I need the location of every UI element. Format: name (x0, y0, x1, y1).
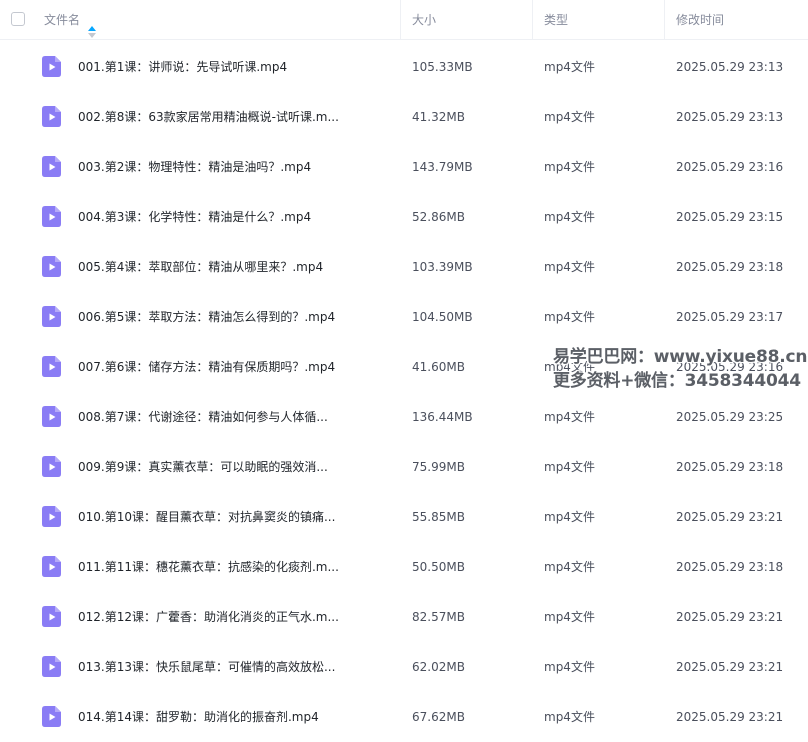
file-row[interactable]: 012.第12课：广藿香：助消化消炎的正气水.m... 82.57MB mp4文件 2… (0, 592, 808, 642)
file-modified-time: 2025.05.29 23:18 (676, 460, 784, 474)
file-modified-time: 2025.05.29 23:13 (676, 110, 784, 124)
file-size: 143.79MB (412, 160, 473, 174)
file-type: mp4文件 (544, 610, 595, 624)
file-size: 103.39MB (412, 260, 473, 274)
file-name[interactable]: 013.第13课：快乐鼠尾草：可催情的高效放松... (78, 642, 335, 692)
file-row[interactable]: 010.第10课：醒目薰衣草：对抗鼻窦炎的镇痛... 55.85MB mp4文件 20… (0, 492, 808, 542)
file-row[interactable]: 005.第4课：萃取部位：精油从哪里来？.mp4 103.39MB mp4文件 202… (0, 242, 808, 292)
file-name[interactable]: 008.第7课：代谢途径：精油如何参与人体循... (78, 392, 328, 442)
file-type: mp4文件 (544, 60, 595, 74)
file-modified-time: 2025.05.29 23:18 (676, 560, 784, 574)
video-file-icon (42, 206, 62, 227)
file-row[interactable]: 008.第7课：代谢途径：精油如何参与人体循... 136.44MB mp4文件 20… (0, 392, 808, 442)
file-type: mp4文件 (544, 160, 595, 174)
file-size: 41.32MB (412, 110, 465, 124)
file-name[interactable]: 011.第11课：穗花薰衣草：抗感染的化痰剂.m... (78, 542, 339, 592)
file-modified-time: 2025.05.29 23:17 (676, 310, 784, 324)
file-type: mp4文件 (544, 310, 595, 324)
file-name[interactable]: 014.第14课：甜罗勒：助消化的振奋剂.mp4 (78, 692, 319, 742)
file-size: 62.02MB (412, 660, 465, 674)
file-row[interactable]: 014.第14课：甜罗勒：助消化的振奋剂.mp4 67.62MB mp4文件 2025… (0, 692, 808, 742)
video-file-icon (42, 606, 62, 627)
file-modified-time: 2025.05.29 23:21 (676, 660, 784, 674)
file-row[interactable]: 009.第9课：真实薰衣草：可以助眠的强效消... 75.99MB mp4文件 202… (0, 442, 808, 492)
file-name[interactable]: 010.第10课：醒目薰衣草：对抗鼻窦炎的镇痛... (78, 492, 335, 542)
file-size: 50.50MB (412, 560, 465, 574)
file-name[interactable]: 004.第3课：化学特性：精油是什么？.mp4 (78, 192, 311, 242)
file-size: 41.60MB (412, 360, 465, 374)
file-size: 67.62MB (412, 710, 465, 724)
video-file-icon (42, 56, 62, 77)
column-divider (664, 0, 665, 40)
file-modified-time: 2025.05.29 23:18 (676, 260, 784, 274)
file-size: 104.50MB (412, 310, 473, 324)
video-file-icon (42, 106, 62, 127)
file-list-header: 文件名 大小 类型 修改时间 (0, 0, 808, 40)
video-file-icon (42, 706, 62, 727)
file-modified-time: 2025.05.29 23:13 (676, 60, 784, 74)
file-name[interactable]: 009.第9课：真实薰衣草：可以助眠的强效消... (78, 442, 328, 492)
file-name[interactable]: 006.第5课：萃取方法：精油怎么得到的？.mp4 (78, 292, 335, 342)
file-modified-time: 2025.05.29 23:21 (676, 610, 784, 624)
video-file-icon (42, 656, 62, 677)
file-type: mp4文件 (544, 710, 595, 724)
file-type: mp4文件 (544, 410, 595, 424)
file-modified-time: 2025.05.29 23:15 (676, 210, 784, 224)
sort-arrows-icon[interactable] (88, 14, 97, 38)
column-divider (532, 0, 533, 40)
file-modified-time: 2025.05.29 23:25 (676, 410, 784, 424)
file-modified-time: 2025.05.29 23:16 (676, 160, 784, 174)
file-size: 55.85MB (412, 510, 465, 524)
file-size: 82.57MB (412, 610, 465, 624)
video-file-icon (42, 506, 62, 527)
video-file-icon (42, 556, 62, 577)
watermark: 易学巴巴网：www.yixue88.cn 更多资料+微信：3458344044 (553, 345, 807, 393)
file-size: 52.86MB (412, 210, 465, 224)
file-name[interactable]: 007.第6课：储存方法：精油有保质期吗？.mp4 (78, 342, 335, 392)
name-column-label: 文件名 (44, 13, 81, 27)
file-row[interactable]: 011.第11课：穗花薰衣草：抗感染的化痰剂.m... 50.50MB mp4文件 2… (0, 542, 808, 592)
watermark-line-2: 更多资料+微信：3458344044 (553, 371, 801, 391)
file-type: mp4文件 (544, 460, 595, 474)
file-name[interactable]: 012.第12课：广藿香：助消化消炎的正气水.m... (78, 592, 339, 642)
name-column-header[interactable]: 文件名 (44, 0, 97, 40)
video-file-icon (42, 456, 62, 477)
watermark-line-1: 易学巴巴网：www.yixue88.cn (553, 347, 808, 367)
video-file-icon (42, 306, 62, 327)
file-size: 136.44MB (412, 410, 473, 424)
file-modified-time: 2025.05.29 23:21 (676, 510, 784, 524)
file-row[interactable]: 006.第5课：萃取方法：精油怎么得到的？.mp4 104.50MB mp4文件 20… (0, 292, 808, 342)
file-modified-time: 2025.05.29 23:21 (676, 710, 784, 724)
file-name[interactable]: 001.第1课：讲师说：先导试听课.mp4 (78, 42, 287, 92)
file-type: mp4文件 (544, 110, 595, 124)
file-type: mp4文件 (544, 260, 595, 274)
video-file-icon (42, 356, 62, 377)
video-file-icon (42, 156, 62, 177)
file-type: mp4文件 (544, 660, 595, 674)
file-row[interactable]: 013.第13课：快乐鼠尾草：可催情的高效放松... 62.02MB mp4文件 20… (0, 642, 808, 692)
type-column-header[interactable]: 类型 (544, 0, 568, 40)
video-file-icon (42, 256, 62, 277)
modified-column-header[interactable]: 修改时间 (676, 0, 724, 40)
file-size: 75.99MB (412, 460, 465, 474)
file-row[interactable]: 004.第3课：化学特性：精油是什么？.mp4 52.86MB mp4文件 2025.… (0, 192, 808, 242)
select-all-checkbox[interactable] (11, 12, 25, 26)
size-column-header[interactable]: 大小 (412, 0, 436, 40)
file-row[interactable]: 003.第2课：物理特性：精油是油吗？.mp4 143.79MB mp4文件 2025… (0, 142, 808, 192)
file-type: mp4文件 (544, 510, 595, 524)
file-type: mp4文件 (544, 560, 595, 574)
file-name[interactable]: 002.第8课：63款家居常用精油概说-试听课.m... (78, 92, 339, 142)
video-file-icon (42, 406, 62, 427)
file-row[interactable]: 001.第1课：讲师说：先导试听课.mp4 105.33MB mp4文件 2025.0… (0, 42, 808, 92)
file-row[interactable]: 002.第8课：63款家居常用精油概说-试听课.m... 41.32MB mp4文件… (0, 92, 808, 142)
file-name[interactable]: 005.第4课：萃取部位：精油从哪里来？.mp4 (78, 242, 323, 292)
column-divider (400, 0, 401, 40)
file-type: mp4文件 (544, 210, 595, 224)
file-name[interactable]: 003.第2课：物理特性：精油是油吗？.mp4 (78, 142, 311, 192)
file-size: 105.33MB (412, 60, 473, 74)
